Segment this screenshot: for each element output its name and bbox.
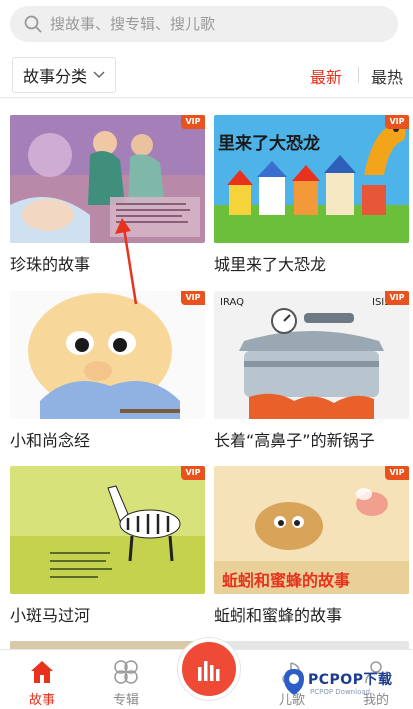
app-screen: 故事分类 最新 最热: [0, 0, 413, 709]
tab-stories[interactable]: 故事: [7, 650, 77, 709]
cover-image: [10, 115, 205, 243]
story-card[interactable]: VIP 珍珠的故事: [10, 115, 205, 274]
cover-text-left: IRAQ: [220, 297, 244, 308]
cover-image: [10, 466, 205, 594]
story-title[interactable]: 城里来了大恐龙: [214, 251, 326, 275]
story-title[interactable]: 蚯蚓和蜜蜂的故事: [214, 602, 342, 626]
flower-icon: [114, 660, 138, 684]
search-bar[interactable]: [10, 6, 398, 42]
vip-badge: VIP: [385, 466, 409, 480]
vip-badge: VIP: [181, 291, 205, 305]
category-label: 故事分类: [23, 67, 88, 86]
house-icon: [31, 661, 53, 683]
sort-hottest-tab[interactable]: 最热: [371, 64, 403, 88]
story-card[interactable]: 蚯蚓和蜜蜂的故事 VIP 蚯蚓和蜜蜂的故事: [214, 466, 409, 625]
story-title[interactable]: 长着“高鼻子”的新锅子: [214, 427, 375, 451]
vip-badge: VIP: [385, 291, 409, 305]
cover-image: [10, 291, 205, 419]
equalizer-icon: [198, 661, 220, 681]
annotation-arrow: [115, 218, 138, 305]
cover-image: 蚯蚓和蜜蜂的故事: [214, 466, 409, 594]
story-card[interactable]: 里来了大恐龙 VIP 城里来了大恐龙: [214, 115, 409, 274]
vip-badge: VIP: [385, 115, 409, 129]
story-title[interactable]: 小斑马过河: [10, 602, 90, 626]
category-dropdown[interactable]: 故事分类: [12, 57, 117, 93]
tab-label: 专辑: [112, 693, 139, 708]
story-title[interactable]: 珍珠的故事: [10, 251, 90, 275]
vip-badge: VIP: [181, 115, 205, 129]
chevron-down-icon: [93, 71, 105, 79]
sort-divider: [358, 67, 359, 83]
tab-label: 故事: [28, 693, 55, 708]
story-cover[interactable]: IRAQ ISIS VIP: [214, 291, 409, 419]
story-cover[interactable]: 蚯蚓和蜜蜂的故事 VIP: [214, 466, 409, 594]
story-cover[interactable]: VIP: [10, 466, 205, 594]
watermark-subtext: PCPOP Download: [310, 688, 371, 696]
story-card[interactable]: VIP 小斑马过河: [10, 466, 205, 625]
tab-albums[interactable]: 专辑: [91, 650, 161, 709]
vip-badge: VIP: [181, 466, 205, 480]
sort-newest-tab[interactable]: 最新: [310, 64, 342, 88]
story-cover[interactable]: 里来了大恐龙 VIP: [214, 115, 409, 243]
watermark-text: PCPOP下载: [308, 672, 393, 688]
story-card[interactable]: VIP 小和尚念经: [10, 291, 205, 450]
story-title[interactable]: 小和尚念经: [10, 427, 90, 451]
story-card[interactable]: IRAQ ISIS VIP 长着“高鼻子”的新锅子: [214, 291, 409, 450]
watermark: PCPOP下载 PCPOP Download: [280, 661, 410, 705]
story-cover[interactable]: VIP: [10, 291, 205, 419]
cover-text: 蚯蚓和蜜蜂的故事: [222, 571, 350, 590]
search-input[interactable]: [50, 15, 370, 33]
cover-image: IRAQ ISIS: [214, 291, 409, 419]
search-icon: [24, 15, 42, 33]
filter-bar: 故事分类 最新 最热: [0, 52, 413, 98]
watermark-logo-icon: [284, 669, 304, 695]
story-cover[interactable]: VIP: [10, 115, 205, 243]
play-button[interactable]: [178, 638, 240, 700]
cover-text: 里来了大恐龙: [218, 133, 320, 154]
cover-image: 里来了大恐龙: [214, 115, 409, 243]
